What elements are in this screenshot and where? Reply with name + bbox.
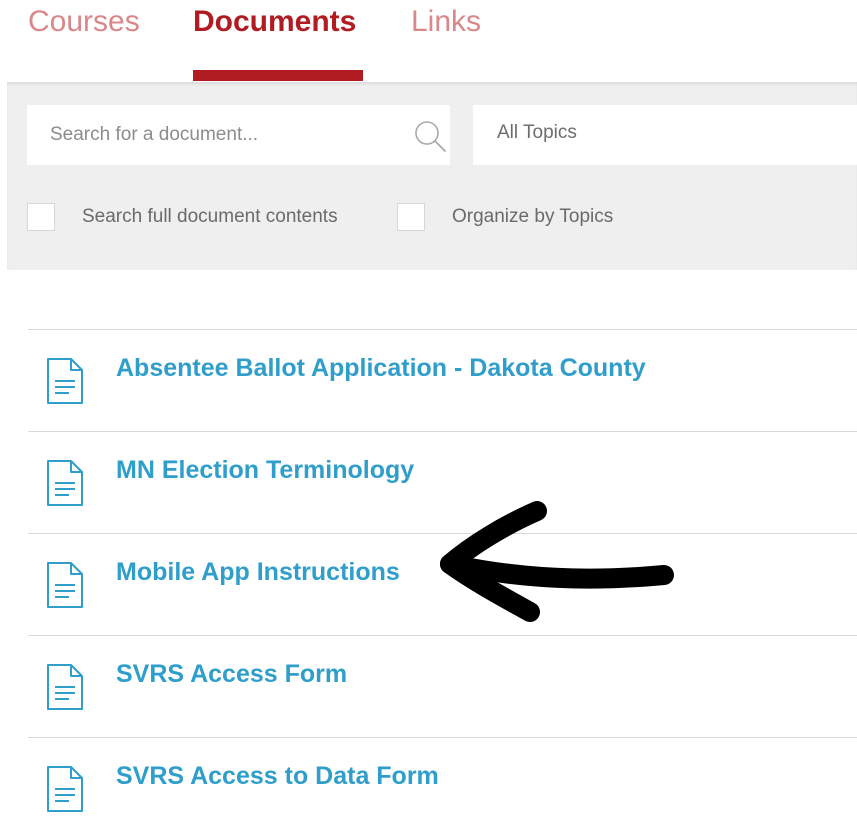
document-link[interactable]: Mobile App Instructions [116, 558, 400, 587]
list-item: Absentee Ballot Application - Dakota Cou… [28, 330, 857, 432]
search-icon[interactable] [412, 118, 448, 154]
organize-by-topics-label[interactable]: Organize by Topics [452, 206, 613, 228]
list-item: Mobile App Instructions [28, 534, 857, 636]
filter-panel: All Topics Search full document contents… [7, 82, 857, 270]
document-link[interactable]: MN Election Terminology [116, 456, 414, 485]
tab-links[interactable]: Links [411, 2, 481, 42]
organize-by-topics-checkbox[interactable] [397, 203, 425, 231]
search-input[interactable] [27, 105, 387, 165]
document-list: Absentee Ballot Application - Dakota Cou… [28, 329, 857, 833]
tab-bar: Courses Documents Links [0, 0, 857, 82]
document-icon[interactable] [45, 765, 85, 813]
full-contents-checkbox[interactable] [27, 203, 55, 231]
document-icon[interactable] [45, 357, 85, 405]
tab-courses[interactable]: Courses [28, 2, 140, 42]
document-link[interactable]: SVRS Access to Data Form [116, 762, 439, 791]
list-item: SVRS Access Form [28, 636, 857, 738]
document-link[interactable]: Absentee Ballot Application - Dakota Cou… [116, 354, 646, 383]
full-contents-label[interactable]: Search full document contents [82, 206, 338, 228]
search-box [27, 105, 450, 165]
tab-documents[interactable]: Documents [193, 2, 356, 42]
active-tab-indicator [193, 70, 363, 81]
list-item: SVRS Access to Data Form [28, 738, 857, 833]
document-icon[interactable] [45, 459, 85, 507]
documents-page: Courses Documents Links All Topics Searc… [0, 0, 857, 833]
list-item: MN Election Terminology [28, 432, 857, 534]
topic-select[interactable]: All Topics [473, 105, 857, 165]
topic-select-value: All Topics [497, 122, 577, 143]
document-link[interactable]: SVRS Access Form [116, 660, 347, 689]
document-icon[interactable] [45, 561, 85, 609]
document-icon[interactable] [45, 663, 85, 711]
